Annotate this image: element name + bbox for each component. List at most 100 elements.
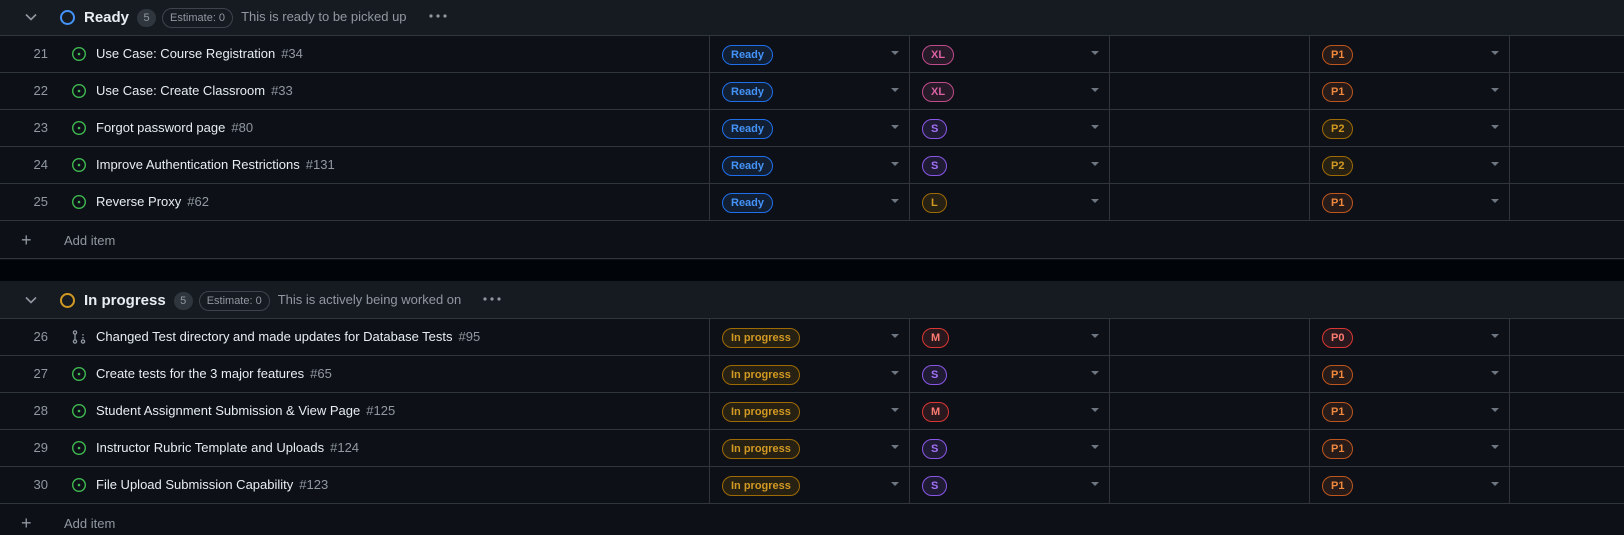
empty-field-cell[interactable]: [1110, 36, 1310, 72]
size-cell[interactable]: M: [910, 319, 1110, 355]
status-cell[interactable]: In progress: [710, 467, 910, 503]
status-cell[interactable]: Ready: [710, 36, 910, 72]
plus-icon[interactable]: +: [21, 231, 32, 249]
issue-number[interactable]: #34: [281, 46, 303, 61]
dropdown-arrow-icon[interactable]: [1091, 125, 1099, 129]
size-cell[interactable]: XL: [910, 73, 1110, 109]
table-row[interactable]: 25 Reverse Proxy #62 Ready L P1: [0, 184, 1624, 221]
dropdown-arrow-icon[interactable]: [1091, 51, 1099, 55]
dropdown-arrow-icon[interactable]: [1491, 408, 1499, 412]
plus-icon[interactable]: +: [21, 514, 32, 532]
dropdown-arrow-icon[interactable]: [1491, 51, 1499, 55]
title-cell[interactable]: 25 Reverse Proxy #62: [0, 184, 710, 220]
title-cell[interactable]: 28 Student Assignment Submission & View P…: [0, 393, 710, 429]
item-title[interactable]: Use Case: Course Registration: [96, 46, 275, 61]
status-cell[interactable]: Ready: [710, 110, 910, 146]
dropdown-arrow-icon[interactable]: [891, 445, 899, 449]
table-row[interactable]: 27 Create tests for the 3 major features #…: [0, 356, 1624, 393]
empty-field-cell[interactable]: [1110, 319, 1310, 355]
title-cell[interactable]: 30 File Upload Submission Capability #123: [0, 467, 710, 503]
empty-field-cell[interactable]: [1110, 356, 1310, 392]
size-cell[interactable]: S: [910, 467, 1110, 503]
dropdown-arrow-icon[interactable]: [1091, 371, 1099, 375]
priority-cell[interactable]: P1: [1310, 356, 1510, 392]
status-cell[interactable]: In progress: [710, 393, 910, 429]
dropdown-arrow-icon[interactable]: [1091, 408, 1099, 412]
dropdown-arrow-icon[interactable]: [1091, 199, 1099, 203]
dropdown-arrow-icon[interactable]: [1491, 199, 1499, 203]
item-title[interactable]: Student Assignment Submission & View Pag…: [96, 403, 360, 418]
group-header[interactable]: Ready 5 Estimate: 0 This is ready to be pic…: [0, 0, 1624, 36]
priority-cell[interactable]: P1: [1310, 430, 1510, 466]
add-item-row[interactable]: + Add item: [0, 504, 1624, 535]
chevron-down-icon[interactable]: [22, 8, 40, 26]
item-title[interactable]: Create tests for the 3 major features: [96, 366, 304, 381]
table-row[interactable]: 24 Improve Authentication Restrictions #13…: [0, 147, 1624, 184]
issue-number[interactable]: #123: [299, 477, 328, 492]
status-cell[interactable]: Ready: [710, 147, 910, 183]
issue-number[interactable]: #62: [187, 194, 209, 209]
dropdown-arrow-icon[interactable]: [1091, 445, 1099, 449]
issue-number[interactable]: #124: [330, 440, 359, 455]
status-cell[interactable]: In progress: [710, 356, 910, 392]
dropdown-arrow-icon[interactable]: [891, 334, 899, 338]
title-cell[interactable]: 24 Improve Authentication Restrictions #13…: [0, 147, 710, 183]
item-title[interactable]: Use Case: Create Classroom: [96, 83, 265, 98]
empty-field-cell[interactable]: [1110, 73, 1310, 109]
priority-cell[interactable]: P2: [1310, 110, 1510, 146]
table-row[interactable]: 28 Student Assignment Submission & View P…: [0, 393, 1624, 430]
issue-number[interactable]: #131: [306, 157, 335, 172]
dropdown-arrow-icon[interactable]: [891, 162, 899, 166]
table-row[interactable]: 23 Forgot password page #80 Ready S P2: [0, 110, 1624, 147]
dropdown-arrow-icon[interactable]: [891, 408, 899, 412]
table-row[interactable]: 22 Use Case: Create Classroom #33 Ready XL P1: [0, 73, 1624, 110]
priority-cell[interactable]: P0: [1310, 319, 1510, 355]
status-cell[interactable]: Ready: [710, 184, 910, 220]
item-title[interactable]: Reverse Proxy: [96, 194, 181, 209]
priority-cell[interactable]: P1: [1310, 73, 1510, 109]
item-title[interactable]: Improve Authentication Restrictions: [96, 157, 300, 172]
more-options-icon[interactable]: [481, 290, 503, 308]
item-title[interactable]: Changed Test directory and made updates …: [96, 329, 453, 344]
chevron-down-icon[interactable]: [22, 291, 40, 309]
dropdown-arrow-icon[interactable]: [891, 482, 899, 486]
dropdown-arrow-icon[interactable]: [891, 125, 899, 129]
size-cell[interactable]: XL: [910, 36, 1110, 72]
dropdown-arrow-icon[interactable]: [1091, 88, 1099, 92]
empty-field-cell[interactable]: [1110, 467, 1310, 503]
priority-cell[interactable]: P1: [1310, 184, 1510, 220]
empty-field-cell[interactable]: [1110, 393, 1310, 429]
dropdown-arrow-icon[interactable]: [1491, 334, 1499, 338]
dropdown-arrow-icon[interactable]: [1491, 445, 1499, 449]
add-item-label[interactable]: Add item: [64, 516, 115, 531]
issue-number[interactable]: #80: [231, 120, 253, 135]
dropdown-arrow-icon[interactable]: [1091, 162, 1099, 166]
dropdown-arrow-icon[interactable]: [891, 199, 899, 203]
table-row[interactable]: 21 Use Case: Course Registration #34 Ready X…: [0, 36, 1624, 73]
status-cell[interactable]: In progress: [710, 430, 910, 466]
status-cell[interactable]: In progress: [710, 319, 910, 355]
group-header[interactable]: In progress 5 Estimate: 0 This is actively …: [0, 281, 1624, 319]
dropdown-arrow-icon[interactable]: [1491, 125, 1499, 129]
title-cell[interactable]: 22 Use Case: Create Classroom #33: [0, 73, 710, 109]
dropdown-arrow-icon[interactable]: [891, 88, 899, 92]
size-cell[interactable]: M: [910, 393, 1110, 429]
size-cell[interactable]: S: [910, 110, 1110, 146]
priority-cell[interactable]: P1: [1310, 467, 1510, 503]
title-cell[interactable]: 23 Forgot password page #80: [0, 110, 710, 146]
size-cell[interactable]: S: [910, 147, 1110, 183]
priority-cell[interactable]: P2: [1310, 147, 1510, 183]
table-row[interactable]: 26 Changed Test directory and made update…: [0, 319, 1624, 356]
more-options-icon[interactable]: [427, 7, 449, 25]
item-title[interactable]: Instructor Rubric Template and Uploads: [96, 440, 324, 455]
dropdown-arrow-icon[interactable]: [1491, 371, 1499, 375]
size-cell[interactable]: L: [910, 184, 1110, 220]
title-cell[interactable]: 27 Create tests for the 3 major features #…: [0, 356, 710, 392]
table-row[interactable]: 29 Instructor Rubric Template and Uploads…: [0, 430, 1624, 467]
empty-field-cell[interactable]: [1110, 430, 1310, 466]
size-cell[interactable]: S: [910, 356, 1110, 392]
empty-field-cell[interactable]: [1110, 110, 1310, 146]
item-title[interactable]: Forgot password page: [96, 120, 225, 135]
dropdown-arrow-icon[interactable]: [1491, 88, 1499, 92]
dropdown-arrow-icon[interactable]: [1091, 334, 1099, 338]
